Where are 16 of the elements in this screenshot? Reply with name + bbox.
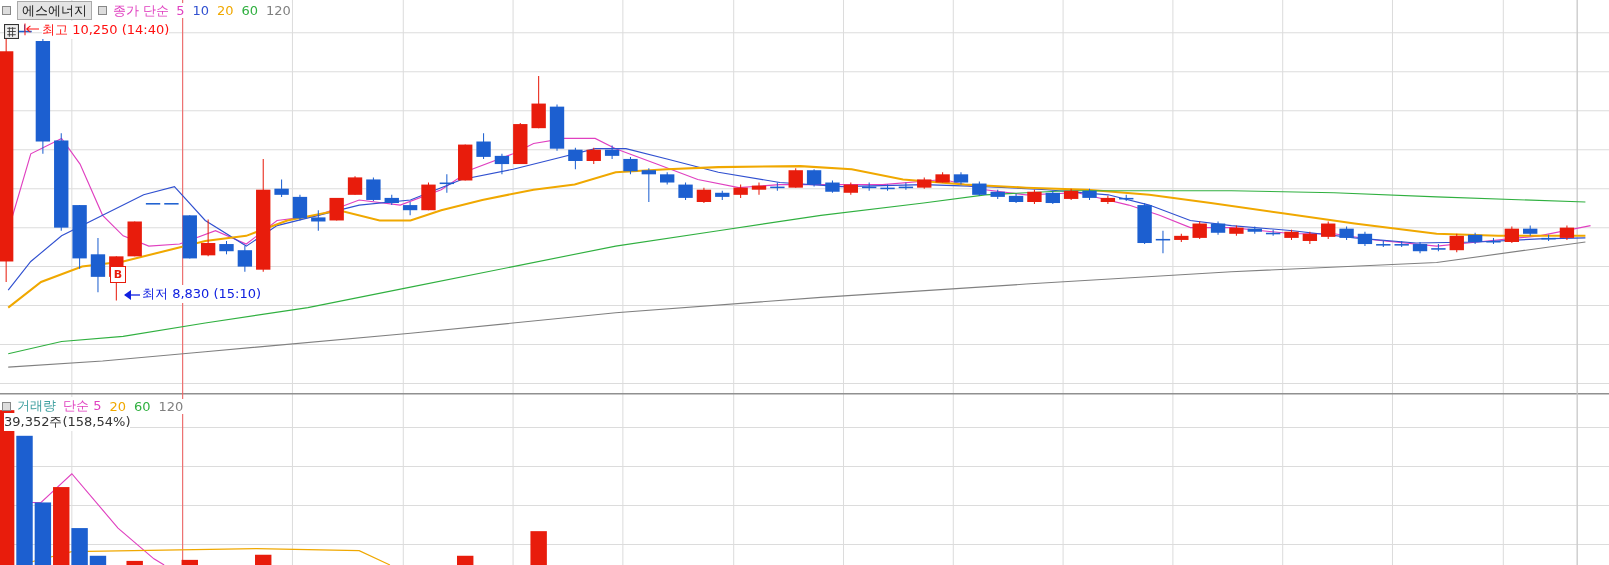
table-icon[interactable] bbox=[4, 24, 19, 39]
square-icon bbox=[98, 6, 107, 15]
low-price-label: 최저 8,830 (15:10) bbox=[142, 285, 262, 303]
period-label: 120 bbox=[265, 3, 292, 18]
stock-name-button[interactable]: 에스에너지 bbox=[17, 1, 92, 20]
period-label: 20 bbox=[215, 3, 235, 18]
period-label: 10 bbox=[191, 3, 210, 18]
buy-marker: B bbox=[110, 266, 126, 283]
square-icon bbox=[2, 6, 11, 15]
period-label: 5 bbox=[175, 3, 186, 18]
arrow-icon bbox=[124, 289, 140, 301]
period-label: 60 bbox=[240, 3, 260, 18]
high-price-label: 최고 10,250 (14:40) bbox=[42, 21, 170, 39]
volume-reading: 39,352주(158,54%) bbox=[4, 413, 131, 431]
period-label: 120 bbox=[157, 398, 185, 414]
square-icon bbox=[2, 401, 11, 411]
